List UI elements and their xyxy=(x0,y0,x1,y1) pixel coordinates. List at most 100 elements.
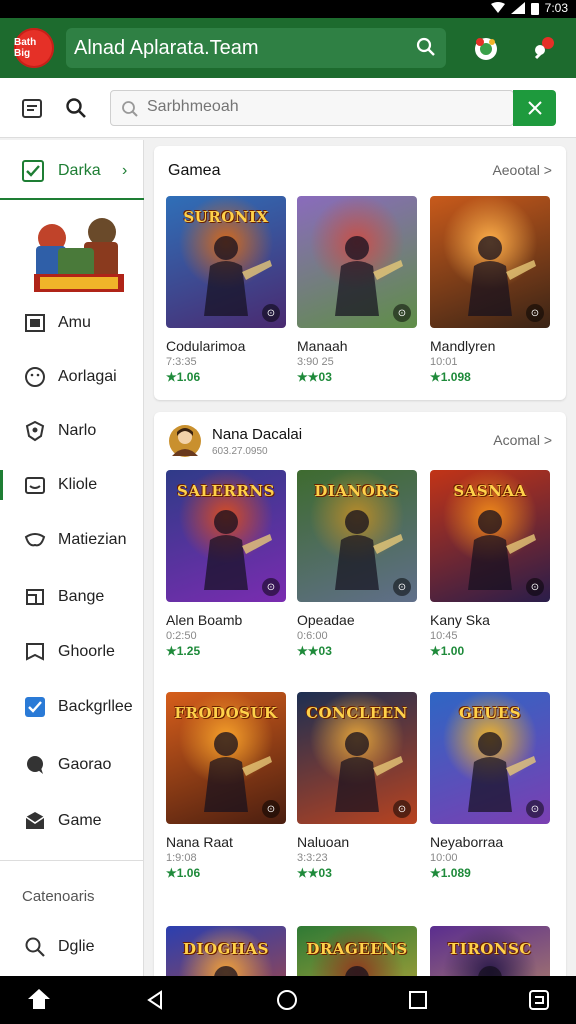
chevron-right-icon: › xyxy=(122,162,128,179)
game-name: Manaah xyxy=(297,338,348,354)
game-meta: 7:3:35 xyxy=(166,356,197,368)
sidebar-banner-image[interactable] xyxy=(22,208,134,304)
search-icon[interactable] xyxy=(62,94,90,122)
sidebar-item-6[interactable]: Ghoorle xyxy=(0,627,144,677)
game-badge-icon: ⊙ xyxy=(526,304,544,322)
game-art-title: DRAGEENS xyxy=(306,940,408,958)
status-bar: 7:03 xyxy=(0,0,576,18)
game-badge-icon: ⊙ xyxy=(262,304,280,322)
sidebar-item-active[interactable]: Darka › xyxy=(0,140,144,200)
sidebar-item-5[interactable]: Bange xyxy=(0,572,144,622)
notification-icon[interactable] xyxy=(528,32,560,64)
sidebar-item-7[interactable]: Backgrllee xyxy=(0,682,144,732)
app-logo[interactable]: Bath Big xyxy=(14,28,54,68)
search-field[interactable] xyxy=(110,90,514,126)
game-rating: ★★03 xyxy=(297,370,332,384)
close-icon xyxy=(527,101,542,115)
mask-icon xyxy=(22,527,48,553)
game-thumbnail[interactable]: SURONIX ⊙ xyxy=(166,196,286,328)
sidebar-item-8[interactable]: Gaorao xyxy=(0,740,144,790)
sidebar-item-2[interactable]: Narlo xyxy=(0,406,144,456)
back-icon[interactable] xyxy=(142,987,168,1013)
see-all-link[interactable]: Acomal > xyxy=(493,432,552,448)
sidebar-item-label: Matiezian xyxy=(58,531,127,548)
game-thumbnail[interactable]: SALERRNS ⊙ xyxy=(166,470,286,602)
game-rating: ★1.06 xyxy=(166,370,201,384)
sidebar-item-0[interactable]: Amu xyxy=(0,298,144,348)
game-meta: 0:6:00 xyxy=(297,630,328,642)
sidebar-item-label: Amu xyxy=(58,314,91,331)
calendar-icon[interactable] xyxy=(18,94,46,122)
screenshot-icon[interactable] xyxy=(526,987,552,1013)
app-logo-text: Bath Big xyxy=(14,37,37,59)
game-tile[interactable]: SASNAA ⊙ Kany Ska 10:45 ★1.00 xyxy=(430,470,550,658)
sidebar-item-3[interactable]: Kliole xyxy=(0,460,144,510)
sidebar-item-label: Ghoorle xyxy=(58,643,115,660)
featured-subtitle: 603.27.0950 xyxy=(212,446,268,457)
sidebar-item-label: Aorlagai xyxy=(58,368,117,385)
game-tile[interactable]: ⊙ Manaah 3:90 25 ★★03 xyxy=(297,196,417,384)
game-meta: 1:9:08 xyxy=(166,852,197,864)
sidebar-item-label: Dglie xyxy=(58,938,95,955)
wifi-icon xyxy=(490,2,505,13)
game-meta: 3:90 25 xyxy=(297,356,334,368)
face-icon xyxy=(22,364,48,390)
game-thumbnail[interactable]: SASNAA ⊙ xyxy=(430,470,550,602)
avatar[interactable] xyxy=(168,424,202,458)
check-icon xyxy=(22,160,44,182)
see-all-link[interactable]: Aeootal > xyxy=(492,162,552,178)
recents-icon[interactable] xyxy=(405,987,431,1013)
bookmark-icon xyxy=(22,639,48,665)
sidebar-item-bottom[interactable]: Dglie xyxy=(0,922,144,972)
game-name: Opeadae xyxy=(297,612,355,628)
game-tile[interactable]: ⊙ Mandlyren 10:01 ★1.098 xyxy=(430,196,550,384)
game-badge-icon: ⊙ xyxy=(526,800,544,818)
game-art-title: FRODOSUK xyxy=(174,704,278,722)
home-logo-icon[interactable] xyxy=(26,987,52,1013)
mail-icon xyxy=(22,808,48,834)
game-thumbnail[interactable]: GEUES ⊙ xyxy=(430,692,550,824)
sidebar-item-label: Backgrllee xyxy=(58,698,133,715)
home-icon[interactable] xyxy=(274,987,300,1013)
game-tile[interactable]: CONCLEEN ⊙ Naluoan 3:3:23 ★★03 xyxy=(297,692,417,880)
game-thumbnail[interactable]: CONCLEEN ⊙ xyxy=(297,692,417,824)
sidebar-item-label: Game xyxy=(58,812,102,829)
game-thumbnail[interactable]: ⊙ xyxy=(430,196,550,328)
game-tile[interactable]: FRODOSUK ⊙ Nana Raat 1:9:08 ★1.06 xyxy=(166,692,286,880)
header-title-box[interactable]: Alnad Aplarata.Team xyxy=(66,28,446,68)
game-thumbnail[interactable]: DIANORS ⊙ xyxy=(297,470,417,602)
game-name: Nana Raat xyxy=(166,834,233,850)
sidebar-item-4[interactable]: Matiezian xyxy=(0,515,144,565)
sidebar-item-label: Narlo xyxy=(58,422,97,439)
game-badge-icon: ⊙ xyxy=(526,578,544,596)
game-art-title: SURONIX xyxy=(183,208,269,226)
search-icon xyxy=(122,101,138,117)
game-name: Neyaborraa xyxy=(430,834,504,850)
game-tile[interactable]: GEUES ⊙ Neyaborraa 10:00 ★1.089 xyxy=(430,692,550,880)
search-input[interactable] xyxy=(147,98,507,116)
game-badge-icon: ⊙ xyxy=(262,578,280,596)
clear-search-button[interactable] xyxy=(513,90,556,126)
game-tile[interactable]: SURONIX ⊙ Codularimoa 7:3:35 ★1.06 xyxy=(166,196,286,384)
game-thumbnail[interactable]: FRODOSUK ⊙ xyxy=(166,692,286,824)
game-art-title: SASNAA xyxy=(453,482,527,500)
game-badge-icon: ⊙ xyxy=(393,800,411,818)
sidebar-item-1[interactable]: Aorlagai xyxy=(0,352,144,402)
game-badge-icon: ⊙ xyxy=(393,578,411,596)
game-tile[interactable]: DIANORS ⊙ Opeadae 0:6:00 ★★03 xyxy=(297,470,417,658)
game-thumbnail[interactable]: ⊙ xyxy=(297,196,417,328)
header-title: Alnad Aplarata.Team xyxy=(74,37,259,59)
game-name: Mandlyren xyxy=(430,338,496,354)
game-tile[interactable]: SALERRNS ⊙ Alen Boamb 0:2:50 ★1.25 xyxy=(166,470,286,658)
game-badge-icon: ⊙ xyxy=(393,304,411,322)
sidebar: Darka › Amu Aorlagai Narlo Kliole Matiez… xyxy=(0,140,144,976)
game-meta: 0:2:50 xyxy=(166,630,197,642)
toolbar xyxy=(0,78,576,138)
search-icon[interactable] xyxy=(416,37,436,57)
game-art-title: TIRONSC xyxy=(448,940,532,958)
character-icon[interactable] xyxy=(470,32,502,64)
sidebar-item-9[interactable]: Game xyxy=(0,796,144,846)
signal-icon xyxy=(510,2,525,14)
featured-card: Nana Dacalai 603.27.0950 Acomal > SALERR… xyxy=(154,412,566,1024)
game-rating: ★1.25 xyxy=(166,644,201,658)
